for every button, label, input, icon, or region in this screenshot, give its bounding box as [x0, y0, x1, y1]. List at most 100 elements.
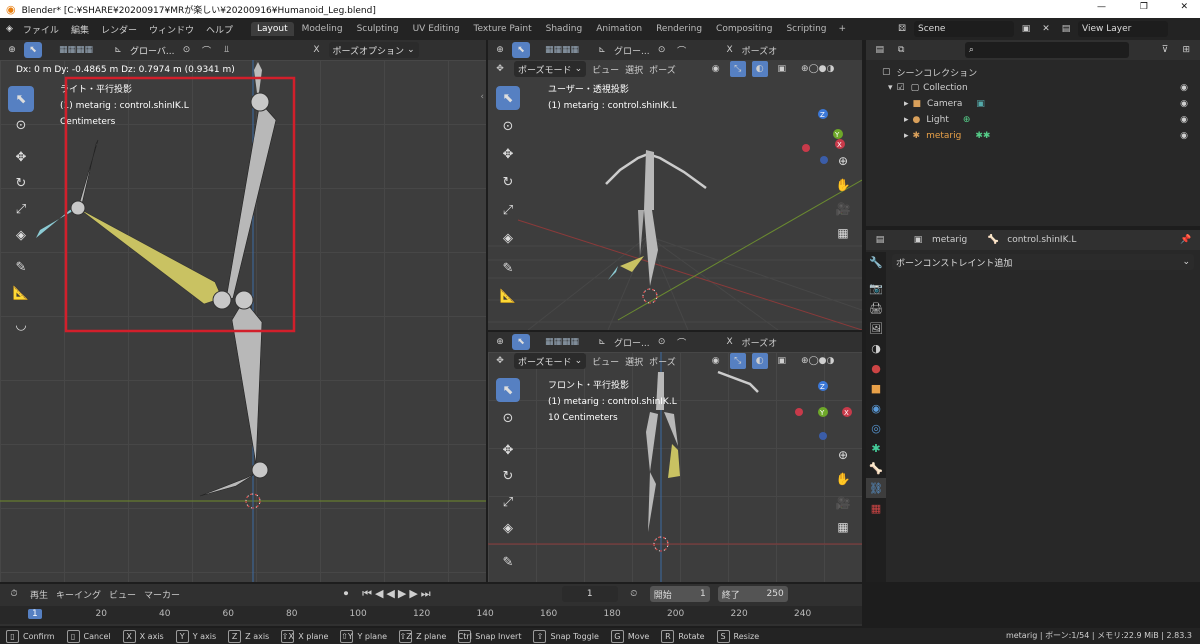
eye-icon[interactable]: ◉ [1180, 115, 1188, 125]
pan-hand-icon[interactable]: ✋ [832, 174, 854, 196]
select-tool-icon[interactable]: ⬉ [512, 42, 530, 58]
texture-tab-icon[interactable]: ▦ [866, 498, 886, 518]
pin-icon[interactable]: 📌 [1178, 232, 1194, 248]
menu-item[interactable]: レンダー [101, 23, 137, 36]
outliner-item-light[interactable]: ▸ ● Light ⊕ ◉ [882, 112, 1200, 128]
move-tool[interactable]: ✥ [496, 142, 520, 166]
viewport-front-ortho[interactable]: Z Y X ⊕ ⬉ ▦▦▦▦ ⊾ グロー... ⊙ ⌒ X ポーズオ ✥ ポーズ… [488, 332, 862, 582]
shading-icons[interactable]: ⊕◯●◑ [796, 61, 840, 77]
timeline-ruler[interactable]: 1 20 40 60 80 100 120 140 160 180 200 220 240 [0, 606, 862, 624]
menu-pose[interactable]: ポーズ [649, 63, 676, 76]
move-tool[interactable]: ✥ [496, 438, 520, 462]
armature-tab-icon[interactable]: ✱ [866, 438, 886, 458]
camera-view-icon[interactable]: 🎥 [832, 492, 854, 514]
tab-workspace[interactable]: Texture Paint [468, 22, 538, 36]
xray-icon[interactable]: ▣ [774, 61, 790, 77]
add-bone-constraint-dropdown[interactable]: ボーンコンストレイント追加 ⌄ [892, 254, 1194, 270]
menu-item[interactable]: ヘルプ [206, 23, 233, 36]
render-tab-icon[interactable]: 📷 [866, 278, 886, 298]
scene-selector[interactable]: Scene [914, 21, 1014, 37]
measure-tool[interactable]: 📐 [496, 284, 520, 308]
eye-icon[interactable]: ◉ [1180, 99, 1188, 109]
tab-workspace[interactable]: UV Editing [407, 22, 466, 36]
view-layer-selector[interactable]: View Layer [1078, 21, 1168, 37]
pose-options-dropdown[interactable]: ポーズオ [742, 336, 778, 349]
x-mirror-button[interactable]: X [722, 42, 738, 58]
menu-view[interactable]: ビュー [592, 355, 619, 368]
gizmo-icon[interactable]: ⤡ [729, 61, 746, 77]
snap-icon[interactable]: ⌒ [199, 42, 215, 58]
editor-type-icon[interactable]: ⊕ [492, 334, 508, 350]
scene-icon[interactable]: ⚄ [894, 21, 910, 37]
pivot-icon[interactable]: ⊙ [654, 334, 670, 350]
modifier-tab-icon[interactable]: ◉ [866, 398, 886, 418]
menu-item[interactable]: ファイル [23, 23, 59, 36]
tab-workspace[interactable]: Shading [540, 22, 589, 36]
minimize-button[interactable]: — [1097, 2, 1106, 12]
scene-new-icon[interactable]: ▣ [1018, 21, 1034, 37]
new-collection-icon[interactable]: ⊞ [1179, 42, 1194, 58]
menu-view[interactable]: ビュー [592, 63, 619, 76]
annotate-tool[interactable]: ✎ [496, 256, 520, 280]
pan-hand-icon[interactable]: ✋ [832, 468, 854, 490]
outliner-search[interactable]: ⌕ [964, 42, 1130, 58]
menu-select[interactable]: 選択 [625, 355, 643, 368]
scene-tab-icon[interactable]: ◑ [866, 338, 886, 358]
rotate-tool[interactable]: ↻ [496, 170, 520, 194]
maximize-button[interactable]: ❐ [1140, 2, 1148, 12]
timeline-menu-keying[interactable]: キーイング [56, 588, 101, 601]
transform-orientation-dropdown[interactable]: グロー... [614, 336, 650, 349]
blender-menu-icon[interactable]: ◈ [6, 24, 13, 34]
editor-type-icon[interactable]: ⊕ [4, 42, 20, 58]
transform-orientation-icon[interactable]: ⊾ [110, 42, 126, 58]
scene-close-icon[interactable]: ✕ [1038, 21, 1054, 37]
transform-tool[interactable]: ◈ [496, 226, 520, 250]
zoom-icon[interactable]: ⊕ [832, 444, 854, 466]
record-icon[interactable]: ⏺ [338, 586, 354, 602]
tab-workspace[interactable]: Modeling [296, 22, 349, 36]
viewport-right-ortho[interactable]: ⊕ ⬉ ▦▦▦▦ ⊾ グローバ... ⊙ ⌒ ⫫ X ポーズオプション ⌄ Dx:… [0, 40, 486, 582]
proportional-icon[interactable]: ⫫ [219, 42, 235, 58]
timeline-menu-view[interactable]: ビュー [109, 588, 136, 601]
select-mode-icons[interactable]: ▦▦▦▦ [534, 334, 590, 350]
ortho-toggle-icon[interactable]: ▦ [832, 222, 854, 244]
display-mode-icon[interactable]: ⧉ [893, 42, 908, 58]
sidebar-toggle-icon[interactable]: ‹ [480, 92, 484, 102]
transform-tool[interactable]: ◈ [496, 516, 520, 540]
editor-type-icon[interactable]: ▤ [872, 232, 888, 248]
tab-workspace[interactable]: Layout [251, 22, 294, 36]
timeline-menu-playback[interactable]: 再生 [30, 588, 48, 601]
tool-tab-icon[interactable]: 🔧 [866, 252, 886, 272]
x-mirror-button[interactable]: X [722, 334, 738, 350]
cursor-tool[interactable]: ⊙ [496, 114, 520, 138]
ortho-toggle-icon[interactable]: ▦ [832, 516, 854, 538]
eye-icon[interactable]: ◉ [1180, 83, 1188, 93]
snap-icon[interactable]: ⌒ [674, 42, 690, 58]
object-tab-icon[interactable]: ■ [866, 378, 886, 398]
outliner-item-camera[interactable]: ▸ ■ Camera ▣ ◉ [882, 96, 1200, 112]
mode-dropdown[interactable]: ポーズモード ⌄ [514, 353, 587, 369]
visibility-icon[interactable]: ◉ [708, 61, 724, 77]
cursor-tool[interactable]: ⊙ [496, 406, 520, 430]
clock-icon[interactable]: ⏲ [626, 586, 642, 602]
annotate-tool[interactable]: ✎ [496, 550, 520, 574]
select-tool-icon[interactable]: ⬉ [24, 42, 42, 58]
outliner-item-metarig[interactable]: ▸ ✱ metarig ✱✱ ◉ [882, 128, 1200, 144]
tab-workspace[interactable]: Compositing [710, 22, 778, 36]
x-mirror-button[interactable]: X [309, 42, 325, 58]
menu-pose[interactable]: ポーズ [649, 355, 676, 368]
viewport-user-persp[interactable]: Z Y X ⊕ ⬉ ▦▦▦▦ ⊾ グロー... ⊙ ⌒ X ポーズオ ✥ ポーズ… [488, 40, 862, 330]
checkbox-icon[interactable]: ☑ [897, 83, 905, 93]
rotate-tool[interactable]: ↻ [496, 464, 520, 488]
scale-tool[interactable]: ⤢ [496, 198, 520, 222]
bone-constraint-tab-icon[interactable]: ⛓ [866, 478, 886, 498]
select-box-tool[interactable]: ⬉ [496, 378, 520, 402]
tab-workspace[interactable]: Scripting [780, 22, 832, 36]
rig-drawing[interactable] [0, 60, 486, 582]
view-layer-tab-icon[interactable]: 🖼 [866, 318, 886, 338]
shading-icons[interactable]: ⊕◯●◑ [796, 353, 840, 369]
timeline-menu-marker[interactable]: マーカー [144, 588, 180, 601]
world-tab-icon[interactable]: ● [866, 358, 886, 378]
select-box-tool[interactable]: ⬉ [496, 86, 520, 110]
scale-tool[interactable]: ⤢ [496, 490, 520, 514]
